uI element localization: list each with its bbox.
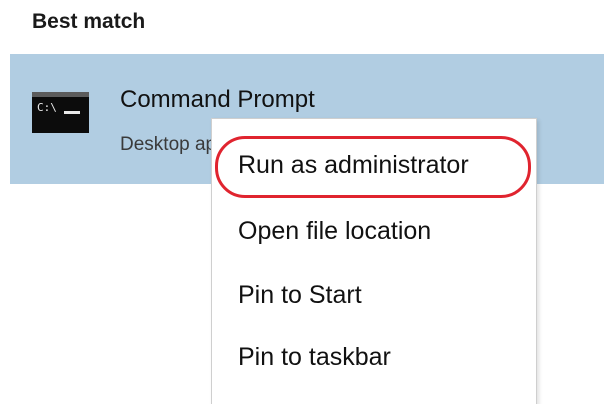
icon-prompt-text: C:\ <box>37 101 57 114</box>
menu-item-pin-to-start[interactable]: Pin to Start <box>238 281 362 310</box>
menu-item-run-as-administrator[interactable]: Run as administrator <box>238 151 469 180</box>
icon-cursor <box>64 111 80 114</box>
context-menu: Run as administrator Open file location … <box>211 118 537 404</box>
app-name: Command Prompt <box>120 86 315 113</box>
command-prompt-icon: C:\ <box>32 92 89 133</box>
search-results-panel: Best match C:\ Command Prompt Desktop ap… <box>0 0 604 404</box>
section-header-best-match: Best match <box>32 10 146 33</box>
menu-item-open-file-location[interactable]: Open file location <box>238 217 431 246</box>
menu-item-pin-to-taskbar[interactable]: Pin to taskbar <box>238 343 391 372</box>
